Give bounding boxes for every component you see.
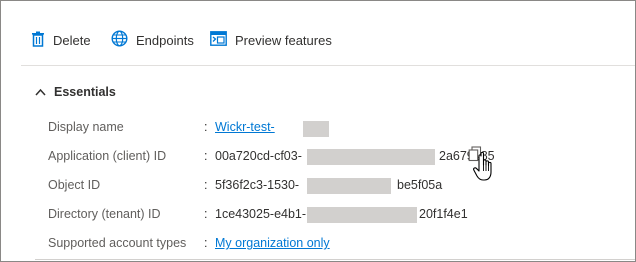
endpoints-label: Endpoints xyxy=(136,32,194,48)
account-types-link[interactable]: My organization only xyxy=(215,236,330,250)
account-types-label: Supported account types xyxy=(48,236,187,250)
colon: : xyxy=(204,207,208,221)
redaction-block xyxy=(307,149,435,165)
command-bar: Delete Endpoints Preview features xyxy=(1,1,635,75)
app-overview-panel: Delete Endpoints Preview features Essent… xyxy=(0,0,636,262)
tenant-id-row: Directory (tenant) ID : 1ce43025-e4b1- 2… xyxy=(48,207,528,225)
tenant-id-value: 1ce43025-e4b1- 20f1f4e1 xyxy=(215,207,515,225)
application-id-row: Application (client) ID : 00a720cd-cf03-… xyxy=(48,149,528,167)
redaction-block xyxy=(307,178,391,194)
application-id-value-start: 00a720cd-cf03- xyxy=(215,149,302,163)
colon: : xyxy=(204,236,208,250)
application-id-label: Application (client) ID xyxy=(48,149,167,163)
preview-features-button[interactable]: Preview features xyxy=(210,28,332,52)
display-name-link[interactable]: Wickr-test- xyxy=(215,120,275,134)
object-id-value-end: be5f05a xyxy=(397,178,443,192)
object-id-label: Object ID xyxy=(48,178,101,192)
redaction-block xyxy=(303,121,329,137)
tenant-id-value-end: 20f1f4e1 xyxy=(419,207,468,221)
globe-icon xyxy=(111,30,136,50)
display-name-label: Display name xyxy=(48,120,124,134)
hand-pointer-cursor-icon xyxy=(472,150,502,189)
tenant-id-value-start: 1ce43025-e4b1- xyxy=(215,207,307,221)
section-divider xyxy=(35,259,635,260)
colon: : xyxy=(204,149,208,163)
endpoints-button[interactable]: Endpoints xyxy=(111,28,194,52)
toolbar-divider xyxy=(21,65,635,66)
essentials-toggle[interactable]: Essentials xyxy=(35,85,116,99)
essentials-title: Essentials xyxy=(54,85,116,99)
delete-button[interactable]: Delete xyxy=(31,28,91,52)
object-id-value: 5f36f2c3-1530- be5f05a xyxy=(215,178,515,196)
tenant-id-label: Directory (tenant) ID xyxy=(48,207,161,221)
object-id-row: Object ID : 5f36f2c3-1530- be5f05a xyxy=(48,178,528,196)
display-name-row: Display name : Wickr-test- xyxy=(48,120,448,138)
preview-features-icon xyxy=(210,31,235,49)
preview-features-label: Preview features xyxy=(235,32,332,48)
colon: : xyxy=(204,120,208,134)
delete-label: Delete xyxy=(53,32,91,48)
trash-icon xyxy=(31,31,53,50)
display-name-value: Wickr-test- xyxy=(215,120,329,137)
object-id-value-start: 5f36f2c3-1530- xyxy=(215,178,300,192)
colon: : xyxy=(204,178,208,192)
redaction-block xyxy=(307,207,417,223)
account-types-row: Supported account types : My organizatio… xyxy=(48,236,448,254)
chevron-up-icon xyxy=(35,85,54,99)
